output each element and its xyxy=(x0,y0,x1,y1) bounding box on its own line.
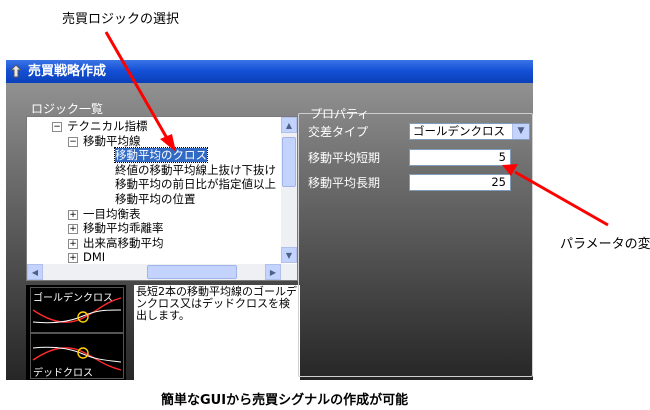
app-icon xyxy=(9,64,23,78)
caption: 簡単なGUIから売買シグナルの作成が可能 xyxy=(161,393,409,408)
scroll-right-button[interactable]: ▶ xyxy=(265,264,281,280)
scroll-up-button[interactable]: ▲ xyxy=(281,117,297,133)
scroll-corner xyxy=(281,264,297,280)
cross-type-value: ゴールデンクロス xyxy=(413,124,505,138)
cross-type-select[interactable]: ゴールデンクロス ▼ xyxy=(409,123,530,140)
tree-item[interactable]: 移動平均の位置 xyxy=(115,192,196,206)
title-bar[interactable]: 売買戦略作成 xyxy=(6,60,533,83)
tree-expander-icon[interactable]: − xyxy=(52,122,62,132)
tree-item[interactable]: + DMI xyxy=(68,250,106,265)
tree-item-label: 一目均衡表 xyxy=(83,206,141,221)
dead-cross-label: デッドクロス xyxy=(33,368,93,379)
ma-short-label: 移動平均短期 xyxy=(308,151,381,165)
logic-description: 長短2本の移動平均線のゴールデンクロス又はデッドクロスを検出します。 xyxy=(134,285,300,380)
ma-short-input[interactable]: 5 xyxy=(409,149,511,166)
annotation-parameter-change: パラメータの変更 xyxy=(560,237,650,252)
strategy-window: 売買戦略作成 ロジック一覧 − テクニカル指標 − 移動平均線 移動平均のクロス 終値の移… xyxy=(6,60,533,380)
logic-preview: ゴールデンクロス デッドクロス xyxy=(26,285,126,380)
tree-expander-icon[interactable]: + xyxy=(68,238,78,249)
ma-long-input[interactable]: 25 xyxy=(409,174,511,191)
tree-item[interactable]: 移動平均の前日比が指定値以上 xyxy=(115,177,276,191)
tree-expander-icon[interactable]: − xyxy=(68,136,78,147)
tree-item-label: 移動平均の前日比が指定値以上 xyxy=(115,177,276,192)
cross-type-label: 交差タイプ xyxy=(308,125,369,139)
tree-item-label: 移動平均の位置 xyxy=(115,192,196,206)
tree-item[interactable]: + 出来高移動平均 xyxy=(68,235,164,250)
tree-expander-icon[interactable]: + xyxy=(68,209,78,220)
tree-expander-icon[interactable]: + xyxy=(68,253,78,264)
tree-item[interactable]: + 一目均衡表 xyxy=(68,206,141,221)
scroll-down-button[interactable]: ▼ xyxy=(281,247,297,263)
tree-item-label: 移動平均乖離率 xyxy=(83,221,164,236)
tree-item[interactable]: − テクニカル指標 xyxy=(52,119,148,133)
scroll-thumb[interactable] xyxy=(282,137,296,187)
window-title: 売買戦略作成 xyxy=(28,64,107,79)
tree-item[interactable]: + 移動平均乖離率 xyxy=(68,221,164,236)
hscroll-thumb[interactable] xyxy=(147,265,237,279)
annotation-logic-select: 売買ロジックの選択 xyxy=(62,12,180,27)
tree-item-label: 移動平均のクロス xyxy=(114,147,208,164)
horizontal-scrollbar[interactable]: ◀ ▶ xyxy=(27,264,281,280)
golden-cross-preview: ゴールデンクロス xyxy=(30,287,124,333)
tree-item-label: 終値の移動平均線上抜け下抜け xyxy=(115,162,276,177)
dead-cross-preview: デッドクロス xyxy=(30,333,124,379)
vertical-scrollbar[interactable]: ▲ ▼ xyxy=(281,117,297,263)
tree-item-label: 出来高移動平均 xyxy=(83,235,164,250)
tree-item[interactable]: 終値の移動平均線上抜け下抜け xyxy=(115,163,276,177)
tree-item[interactable]: 移動平均のクロス xyxy=(114,147,208,164)
scroll-left-button[interactable]: ◀ xyxy=(27,264,43,280)
tree-item[interactable]: − 移動平均線 xyxy=(68,133,141,148)
tree-item-label: 移動平均線 xyxy=(83,133,141,148)
logic-list-label: ロジック一覧 xyxy=(31,102,104,116)
ma-long-label: 移動平均長期 xyxy=(308,176,381,190)
properties-legend: プロパティ xyxy=(310,107,370,121)
golden-cross-graph-icon xyxy=(32,297,122,324)
tree-item-label: DMI xyxy=(83,250,106,265)
tree-expander-icon[interactable]: + xyxy=(68,224,78,235)
chevron-down-icon[interactable]: ▼ xyxy=(512,124,529,139)
logic-tree[interactable]: − テクニカル指標 − 移動平均線 移動平均のクロス 終値の移動平均線上抜け下抜け 移動平均… xyxy=(26,116,298,281)
tree-item-label: テクニカル指標 xyxy=(67,119,148,133)
